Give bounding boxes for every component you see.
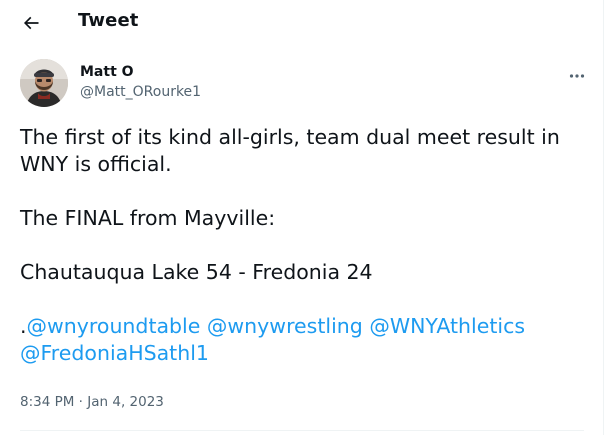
mention-link[interactable]: @wnywrestling xyxy=(207,314,363,338)
page-header: Tweet xyxy=(0,0,600,44)
more-dots-icon xyxy=(569,64,585,83)
author-handle[interactable]: @Matt_ORourke1 xyxy=(80,84,201,100)
mention-link[interactable]: @WNYAthletics xyxy=(369,314,525,338)
tweet-line: WNY is official. xyxy=(20,152,172,176)
page-title: Tweet xyxy=(78,10,139,31)
arrow-left-icon xyxy=(21,13,41,33)
tweet-timestamp[interactable]: 8:34 PM · Jan 4, 2023 xyxy=(20,394,164,410)
tweet-text: The first of its kind all-girls, team du… xyxy=(20,124,585,367)
mentions-line: @FredoniaHSathl1 xyxy=(20,340,585,367)
mention-link[interactable]: @wnyroundtable xyxy=(27,314,201,338)
avatar[interactable] xyxy=(20,59,68,107)
back-button[interactable] xyxy=(14,6,48,40)
author-name[interactable]: Matt O xyxy=(80,64,134,80)
divider xyxy=(20,430,584,431)
tweet-line: The FINAL from Mayville: xyxy=(20,206,276,230)
tweet-line: The first of its kind all-girls, team du… xyxy=(20,125,560,149)
mentions-line: .@wnyroundtable @wnywrestling @WNYAthlet… xyxy=(20,313,585,340)
tweet-line: Chautauqua Lake 54 - Fredonia 24 xyxy=(20,260,373,284)
more-options-button[interactable] xyxy=(562,60,592,86)
tweet-detail-panel: Tweet Matt O @Matt_ORourke1 The first of… xyxy=(0,0,604,435)
mention-link[interactable]: @FredoniaHSathl1 xyxy=(20,341,209,365)
